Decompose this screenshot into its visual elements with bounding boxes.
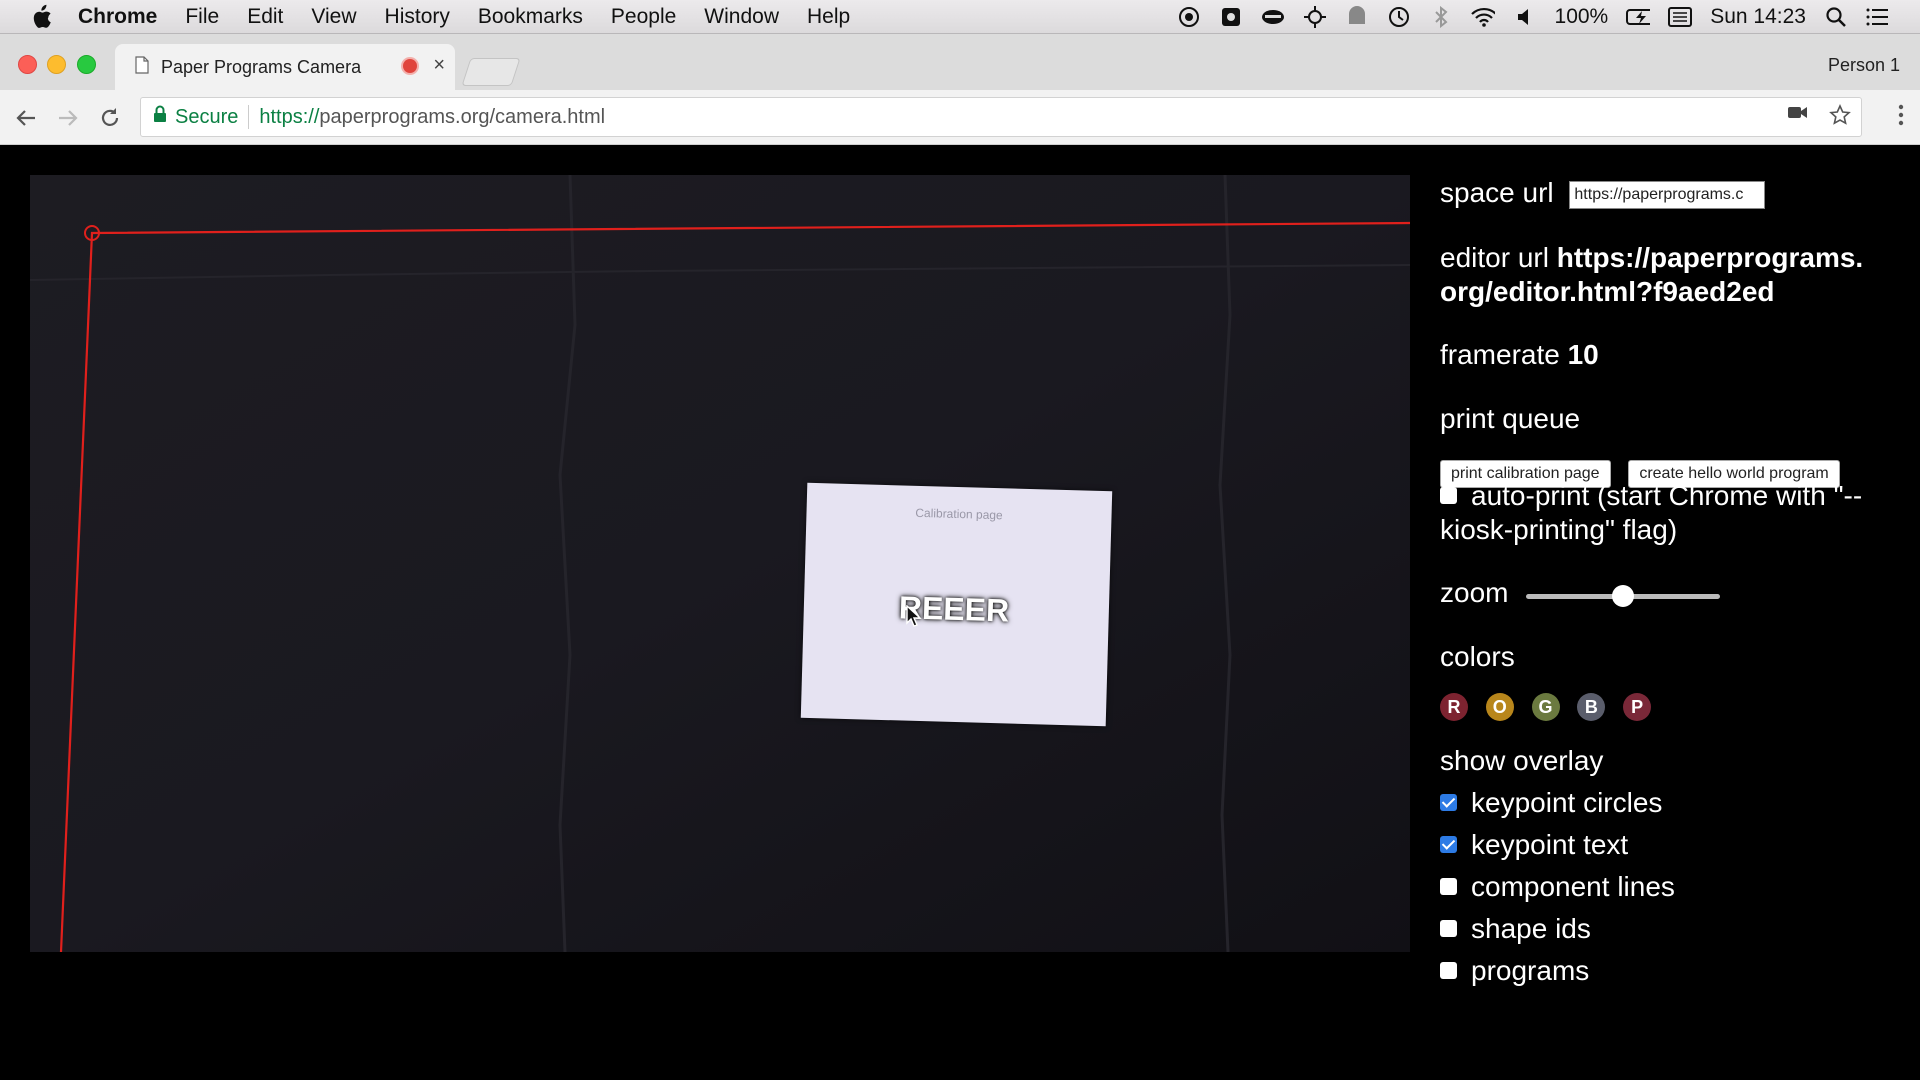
component-lines-label: component lines xyxy=(1471,871,1675,902)
tab-close-icon[interactable]: × xyxy=(433,54,445,77)
framerate-value: 10 xyxy=(1567,339,1599,370)
notification-center-icon[interactable] xyxy=(1866,5,1890,29)
move-arrows-icon[interactable] xyxy=(1303,5,1327,29)
recording-indicator-icon xyxy=(403,59,417,73)
menu-bookmarks[interactable]: Bookmarks xyxy=(478,5,583,29)
color-swatch-orange[interactable]: O xyxy=(1485,693,1514,721)
volume-icon[interactable] xyxy=(1513,5,1537,29)
forward-arrow-icon[interactable] xyxy=(54,104,82,132)
menu-history[interactable]: History xyxy=(385,5,450,29)
auto-print-label: auto-print (start Chrome with "--kiosk-p… xyxy=(1440,480,1863,545)
input-menu-icon[interactable] xyxy=(1668,5,1693,29)
wifi-icon[interactable] xyxy=(1470,5,1495,29)
bookmark-star-icon[interactable] xyxy=(1829,104,1851,132)
overlay-option-keypoint-text: keypoint text xyxy=(1440,829,1628,861)
menu-help[interactable]: Help xyxy=(807,5,850,29)
address-bar[interactable]: Secure https:// paperprograms.org/camera… xyxy=(140,97,1862,137)
camera-in-use-icon[interactable] xyxy=(1787,104,1809,132)
screenshot-app-icon[interactable] xyxy=(1219,5,1243,29)
print-queue-heading: print queue xyxy=(1440,403,1581,434)
shape-ids-checkbox[interactable] xyxy=(1440,920,1457,938)
keypoint-text-checkbox[interactable] xyxy=(1440,836,1457,854)
zoom-label: zoom xyxy=(1440,577,1509,608)
address-divider xyxy=(248,105,250,129)
paper-title: Calibration page xyxy=(915,505,1003,523)
window-minimize-button[interactable] xyxy=(47,55,66,74)
menu-view[interactable]: View xyxy=(311,5,356,29)
mat-background xyxy=(30,175,1410,952)
browser-toolbar: Secure https:// paperprograms.org/camera… xyxy=(0,90,1920,145)
shape-ids-label: shape ids xyxy=(1471,913,1591,944)
space-url-row: space url https://paperprograms.c xyxy=(1440,177,1766,209)
keypoint-circles-label: keypoint circles xyxy=(1471,787,1663,818)
tab-title: Paper Programs Camera xyxy=(161,56,362,77)
zoom-slider-handle[interactable] xyxy=(1612,585,1634,607)
show-overlay-heading: show overlay xyxy=(1440,745,1604,776)
color-swatch-purple[interactable]: P xyxy=(1623,693,1652,721)
camera-feed-overlay xyxy=(30,175,1410,952)
time-machine-icon[interactable] xyxy=(1387,5,1411,29)
keypoint-circles-checkbox[interactable] xyxy=(1440,794,1457,812)
window-maximize-button[interactable] xyxy=(77,55,96,74)
auto-print-row: auto-print (start Chrome with "--kiosk-p… xyxy=(1440,479,1890,547)
cloud-app-icon[interactable] xyxy=(1261,5,1285,29)
url-path: paperprograms.org/camera.html xyxy=(319,105,606,128)
framerate-row: framerate 10 xyxy=(1440,339,1599,371)
color-swatch-blue[interactable]: B xyxy=(1577,693,1606,721)
keypoint-text-label: keypoint text xyxy=(1471,829,1629,860)
dropbox-sync-icon[interactable] xyxy=(1345,5,1369,29)
menu-window[interactable]: Window xyxy=(704,5,779,29)
detected-paper: Calibration page REEER xyxy=(800,482,1113,727)
menubar-clock[interactable]: Sun 14:23 xyxy=(1710,5,1806,29)
color-swatch-red[interactable]: R xyxy=(1440,693,1468,721)
zoom-slider[interactable] xyxy=(1526,585,1720,607)
secure-label[interactable]: Secure xyxy=(175,106,238,129)
new-tab-button[interactable] xyxy=(461,58,521,86)
page-icon xyxy=(135,55,149,79)
lock-icon[interactable] xyxy=(153,105,167,129)
zoom-row: zoom xyxy=(1440,577,1740,617)
active-tab[interactable]: Paper Programs Camera × xyxy=(115,44,455,90)
menu-people[interactable]: People xyxy=(611,5,676,29)
reload-icon[interactable] xyxy=(96,104,124,132)
chrome-menu-icon[interactable] xyxy=(1898,104,1904,131)
bluetooth-icon[interactable] xyxy=(1429,5,1453,29)
space-url-input[interactable]: https://paperprograms.c xyxy=(1569,180,1766,209)
menu-edit[interactable]: Edit xyxy=(247,5,283,29)
spotlight-search-icon[interactable] xyxy=(1824,5,1848,29)
profile-button[interactable]: Person 1 xyxy=(1828,55,1900,76)
window-close-button[interactable] xyxy=(18,55,37,74)
overlay-option-programs: programs xyxy=(1440,955,1589,987)
auto-print-checkbox[interactable] xyxy=(1440,487,1457,505)
overlay-option-keypoint-circles: keypoint circles xyxy=(1440,787,1662,819)
battery-icon[interactable] xyxy=(1626,5,1651,29)
overlay-option-shape-ids: shape ids xyxy=(1440,913,1591,945)
overlay-option-component-lines: component lines xyxy=(1440,871,1675,903)
space-url-label: space url xyxy=(1440,177,1554,208)
editor-url-row: editor url https://paperprograms.org/edi… xyxy=(1440,241,1880,309)
apple-icon[interactable] xyxy=(30,4,56,30)
programs-label: programs xyxy=(1471,955,1590,986)
color-swatches: R O G B P xyxy=(1440,688,1661,721)
record-status-icon[interactable] xyxy=(1177,5,1201,29)
camera-canvas[interactable]: Calibration page REEER xyxy=(30,175,1410,952)
programs-checkbox[interactable] xyxy=(1440,962,1457,980)
battery-percent[interactable]: 100% xyxy=(1555,5,1609,29)
component-lines-checkbox[interactable] xyxy=(1440,878,1457,896)
macos-menu-bar: Chrome File Edit View History Bookmarks … xyxy=(0,0,1920,34)
back-arrow-icon[interactable] xyxy=(12,104,40,132)
colors-heading: colors xyxy=(1440,641,1515,672)
editor-url-label: editor url xyxy=(1440,242,1549,273)
color-swatch-green[interactable]: G xyxy=(1531,693,1560,721)
url-scheme: https:// xyxy=(259,105,320,128)
framerate-label: framerate xyxy=(1440,339,1560,370)
menu-app-name[interactable]: Chrome xyxy=(78,5,157,29)
menu-file[interactable]: File xyxy=(185,5,219,29)
